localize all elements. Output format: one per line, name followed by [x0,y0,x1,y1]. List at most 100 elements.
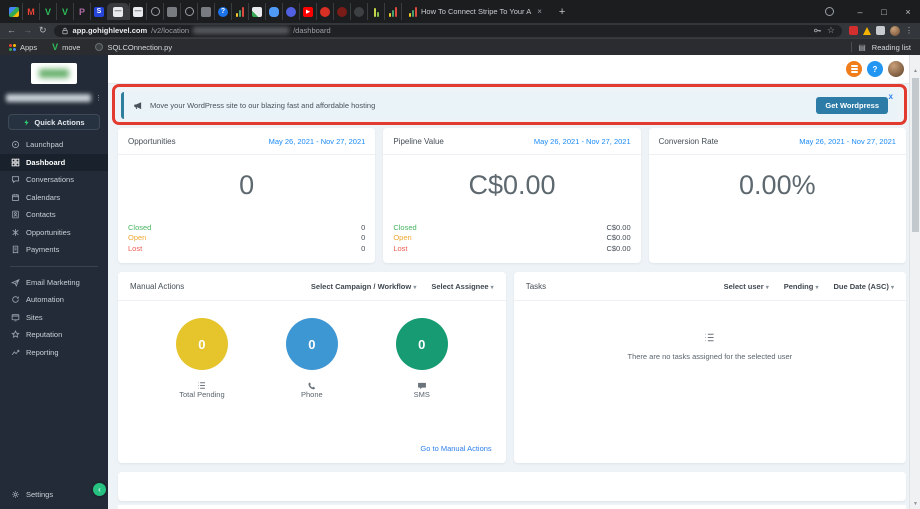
pinned-tab[interactable] [265,3,282,20]
forward-icon[interactable]: → [23,26,32,35]
pinned-tab[interactable]: V [39,3,56,20]
key-icon[interactable] [813,26,822,35]
pinned-tab[interactable] [384,3,401,20]
bookmark-label: move [62,43,80,52]
conversion-rate-card: Conversion Rate May 26, 2021 - Nov 27, 2… [649,128,906,263]
pinned-tab[interactable] [350,3,367,20]
bookmarks-divider [851,42,852,52]
pinned-tab[interactable]: V [56,3,73,20]
payments-icon [11,245,20,254]
pinned-tab[interactable] [282,3,299,20]
sites-icon [11,313,20,322]
sidebar-item-opportunities[interactable]: Opportunities [0,224,108,242]
sidebar-item-dashboard[interactable]: Dashboard [0,154,108,172]
page-scrollbar[interactable]: ▲ ▼ [909,55,920,509]
pinned-tab[interactable] [146,3,163,20]
opportunities-card: Opportunities May 26, 2021 - Nov 27, 202… [118,128,375,263]
browser-profile-icon[interactable] [825,7,834,16]
location-switcher[interactable]: ⋮ [6,91,102,104]
new-tab-button[interactable]: + [549,6,575,18]
help-button[interactable]: ? [867,61,883,77]
pinned-tab[interactable] [367,3,384,20]
chat-icon [11,175,20,184]
announcements-button[interactable] [846,61,862,77]
reading-list-button[interactable]: Reading list [872,43,911,52]
maximize-button[interactable]: □ [872,7,896,17]
pdf-extension-icon[interactable] [849,26,858,35]
url-host: app.gohighlevel.com [73,26,148,35]
bookmark-apps[interactable]: Apps [9,43,37,52]
pinned-tab[interactable]: P [73,3,90,20]
pinned-tab[interactable] [248,3,265,20]
pinned-tab[interactable] [333,3,350,20]
assignee-dropdown[interactable]: Select Assignee ▾ [431,282,493,291]
pinned-tab[interactable] [231,3,248,20]
pinned-tab[interactable] [5,3,22,20]
pinned-tab[interactable] [316,3,333,20]
scrollbar-thumb[interactable] [912,78,919,232]
quick-actions-button[interactable]: Quick Actions [8,114,100,130]
date-range-link[interactable]: May 26, 2021 - Nov 27, 2021 [799,137,896,146]
sidebar-item-conversations[interactable]: Conversations [0,171,108,189]
banner-close-icon[interactable]: x [889,92,893,101]
browser-menu-icon[interactable]: ⋮ [905,26,913,35]
gear-icon [11,490,20,499]
sidebar-item-reporting[interactable]: Reporting [0,344,108,362]
scroll-up-arrow[interactable]: ▲ [910,68,920,74]
browser-avatar[interactable] [890,26,900,36]
go-to-manual-actions-link[interactable]: Go to Manual Actions [420,444,491,453]
pinned-tab[interactable] [163,3,180,20]
url-bar[interactable]: app.gohighlevel.com/v2/location /dashboa… [54,25,842,37]
status-dropdown[interactable]: Pending ▾ [784,282,819,291]
back-icon[interactable]: ← [7,26,16,35]
dark-dot-icon [354,7,364,17]
help-icon: ? [218,7,228,17]
pinned-tab[interactable] [197,3,214,20]
sidebar-item-reputation[interactable]: Reputation [0,326,108,344]
apps-grid-icon [9,44,16,51]
pinned-tab-active[interactable]: — [107,3,129,20]
circle-label: SMS [396,390,448,399]
bookmark-sqlconnection[interactable]: SQLCOnnection.py [95,43,172,52]
get-wordpress-button[interactable]: Get Wordpress [816,97,888,114]
sidebar-item-settings[interactable]: Settings [0,486,108,504]
date-range-link[interactable]: May 26, 2021 - Nov 27, 2021 [269,137,366,146]
phone-stat: 0 Phone [286,318,338,399]
sidebar-item-label: Calendars [26,193,60,202]
tab-close-icon[interactable]: × [537,7,542,16]
select-user-dropdown[interactable]: Select user ▾ [724,282,769,291]
sidebar-item-payments[interactable]: Payments [0,241,108,259]
chevron-down-icon: ▾ [891,285,894,291]
close-button[interactable]: × [896,7,920,17]
sort-dropdown[interactable]: Due Date (ASC) ▾ [833,282,894,291]
active-tab[interactable]: How To Connect Stripe To Your A × [401,3,549,20]
user-avatar[interactable] [888,61,904,77]
drive-extension-icon[interactable] [863,27,871,35]
pinned-tab[interactable]: — [129,3,146,20]
pinned-tab[interactable] [180,3,197,20]
pinned-tab[interactable]: M [22,3,39,20]
pinned-tab[interactable]: ▶ [299,3,316,20]
pinned-tab[interactable]: ? [214,3,231,20]
reload-icon[interactable]: ↻ [39,26,47,35]
minimize-button[interactable]: – [848,7,872,17]
campaign-workflow-dropdown[interactable]: Select Campaign / Workflow ▾ [311,282,416,291]
pinned-tab[interactable]: S [90,3,107,20]
sidebar-item-label: Settings [26,490,53,499]
puzzle-extension-icon[interactable] [876,26,885,35]
bookmark-move[interactable]: V move [52,42,80,52]
bookmark-star-icon[interactable]: ☆ [827,25,835,36]
date-range-link[interactable]: May 26, 2021 - Nov 27, 2021 [534,137,631,146]
annotation-highlight-box: Move your WordPress site to our blazing … [112,84,907,125]
sidebar-item-calendars[interactable]: Calendars [0,189,108,207]
youtube-icon: ▶ [303,7,313,17]
sidebar-item-launchpad[interactable]: Launchpad [0,136,108,154]
sidebar-item-sites[interactable]: Sites [0,309,108,327]
scroll-down-arrow[interactable]: ▼ [910,501,920,507]
sidebar-item-contacts[interactable]: Contacts [0,206,108,224]
chevron-down-icon: ▾ [815,285,818,291]
sidebar-item-email-marketing[interactable]: Email Marketing [0,274,108,292]
reading-list-icon: ▤ [858,43,866,52]
sidebar-item-automation[interactable]: Automation [0,291,108,309]
sidebar-collapse-button[interactable]: ‹ [93,483,106,496]
